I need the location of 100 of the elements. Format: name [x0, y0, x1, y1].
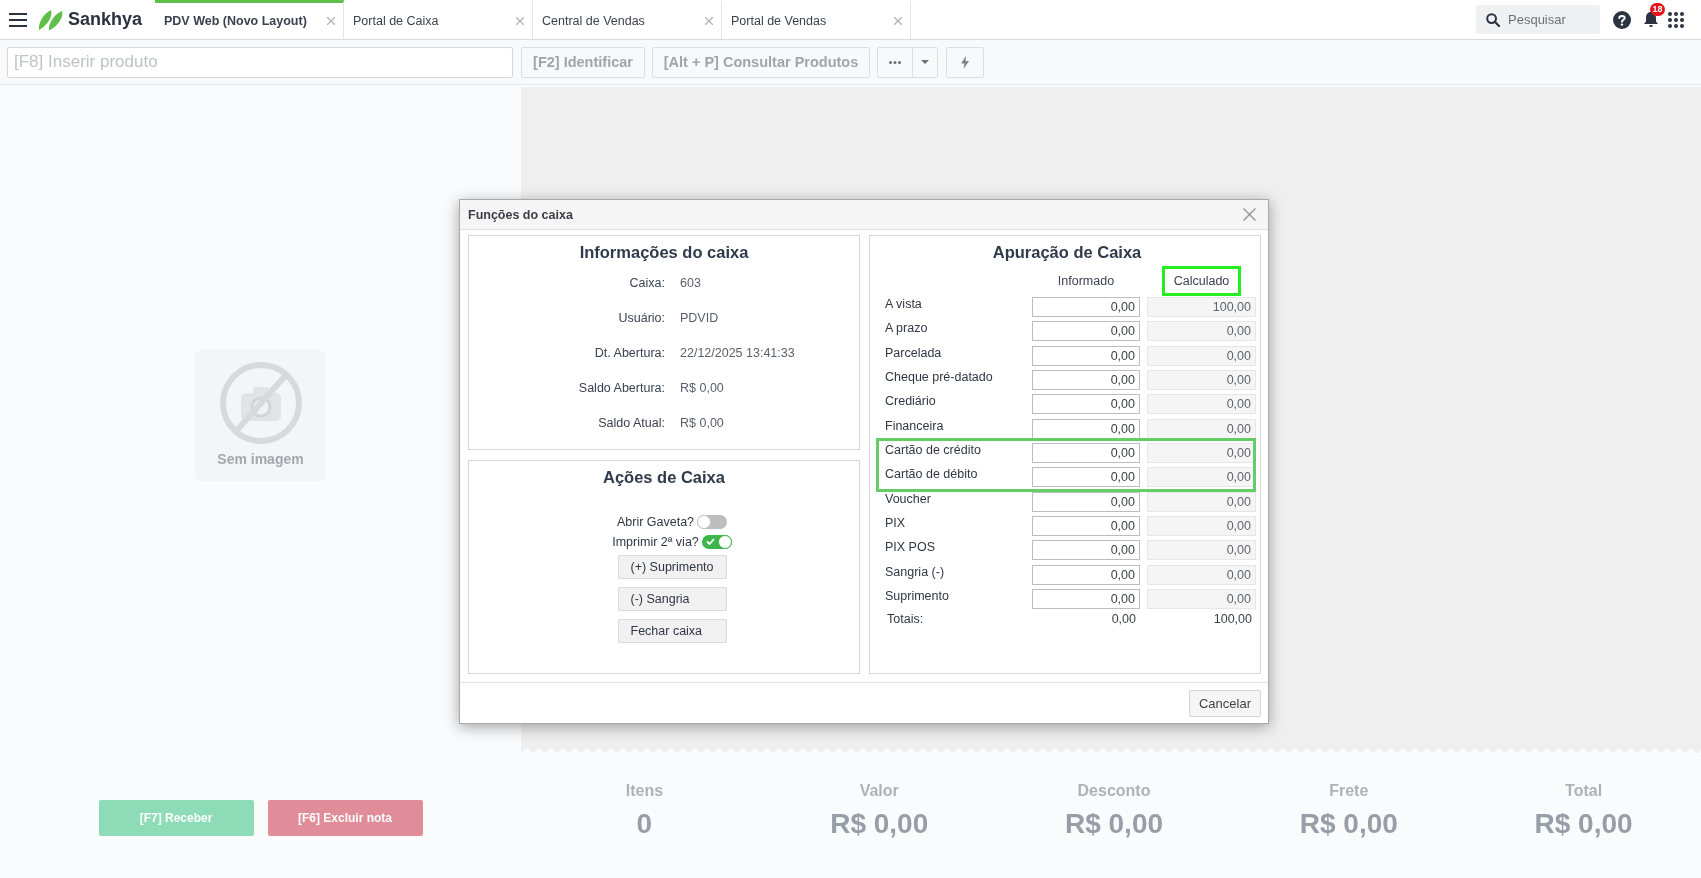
- summary-value: R$ 0,00: [830, 808, 929, 840]
- calculated-amount-field: 0,00: [1147, 588, 1256, 609]
- toggle-label: Imprimir 2ª via?: [612, 534, 699, 549]
- summary-label: Itens: [625, 782, 664, 800]
- field-label: Caixa:: [628, 275, 665, 290]
- totals-label: Totais:: [886, 611, 925, 626]
- amount-field[interactable]: 0,00: [1032, 515, 1140, 536]
- amount-field[interactable]: 0,00: [1032, 394, 1140, 415]
- field-value: 22/12/2025 13:41:33: [680, 345, 796, 360]
- calculated-amount-field: 0,00: [1147, 321, 1256, 342]
- panel-title: Apuração de Caixa: [991, 242, 1143, 262]
- product-search-field[interactable]: [F8] Inserir produto: [7, 46, 513, 78]
- tab[interactable]: Central de Vendas: [533, 0, 722, 39]
- panel-title: Ações de Caixa: [602, 466, 726, 487]
- calculated-amount-field: 0,00: [1147, 418, 1256, 439]
- toggle-label: Abrir Gaveta?: [616, 514, 695, 529]
- payment-label: Crediário: [885, 394, 937, 411]
- toggle-switch[interactable]: [697, 514, 728, 529]
- amount-field[interactable]: 0,00: [1032, 321, 1140, 342]
- payment-label: PIX POS: [885, 540, 937, 557]
- close-icon[interactable]: [705, 16, 713, 25]
- amount-field[interactable]: 0,00: [1032, 442, 1140, 463]
- bell-icon[interactable]: [1643, 11, 1659, 28]
- crossed-camera-icon: [218, 361, 303, 445]
- cancel-button[interactable]: Cancelar: [1189, 689, 1261, 717]
- calculated-amount-field: 0,00: [1147, 515, 1256, 536]
- lightning-icon: [961, 55, 969, 69]
- field-value: R$ 0,00: [680, 380, 725, 395]
- payment-label: Cartão de débito: [885, 467, 979, 484]
- lightning-button[interactable]: [946, 46, 984, 78]
- tab[interactable]: Portal de Vendas: [722, 0, 911, 39]
- column-header: Informado: [1056, 273, 1116, 290]
- toggle-switch[interactable]: [701, 534, 732, 549]
- field-label: Saldo Atual:: [597, 415, 665, 430]
- calculated-amount-field: 0,00: [1147, 540, 1256, 561]
- payment-label: Sangria (-): [885, 564, 946, 581]
- cash-action-button[interactable]: (-) Sangria: [617, 586, 727, 611]
- caret-icon: [921, 60, 929, 64]
- amount-field[interactable]: 0,00: [1032, 467, 1140, 488]
- search-icon: [1486, 12, 1500, 27]
- calculated-amount-field: 0,00: [1147, 370, 1256, 390]
- dots-icon: [889, 60, 901, 64]
- calculated-amount-field: 100,00: [1147, 297, 1256, 317]
- amount-field[interactable]: 0,00: [1032, 345, 1140, 366]
- dialog-title: Funções do caixa: [468, 207, 573, 222]
- summary-value: R$ 0,00: [1534, 808, 1633, 840]
- payment-label: PIX: [885, 515, 907, 532]
- close-icon[interactable]: [894, 16, 902, 25]
- payment-label: Cartão de crédito: [885, 442, 982, 459]
- calculated-amount-field: 0,00: [1147, 564, 1256, 585]
- summary-value: R$ 0,00: [1064, 808, 1164, 840]
- summary-value: 0: [636, 808, 653, 840]
- close-icon[interactable]: [327, 16, 335, 25]
- check-icon: [705, 538, 715, 545]
- search-field[interactable]: Pesquisar: [1476, 5, 1600, 34]
- field-value: R$ 0,00: [680, 415, 725, 430]
- panel-title: Informações do caixa: [578, 242, 750, 262]
- calculated-amount-field: 0,00: [1147, 491, 1256, 512]
- total-value: 100,00: [1212, 611, 1253, 626]
- calculated-amount-field: 0,00: [1147, 442, 1256, 463]
- cash-action-button[interactable]: Fechar caixa: [617, 618, 727, 643]
- summary-label: Frete: [1329, 782, 1369, 800]
- tab[interactable]: Portal de Caixa: [344, 0, 533, 39]
- notification-badge: 18: [1650, 3, 1665, 16]
- summary-label: Total: [1565, 782, 1603, 800]
- payment-label: A vista: [885, 297, 923, 313]
- amount-field[interactable]: 0,00: [1032, 564, 1140, 585]
- payment-label: Financeira: [885, 418, 945, 435]
- field-label: Saldo Abertura:: [577, 380, 665, 395]
- field-label: Usuário:: [617, 310, 665, 325]
- payment-label: Parcelada: [885, 345, 943, 362]
- calculated-amount-field: 0,00: [1147, 467, 1256, 488]
- amount-field[interactable]: 0,00: [1032, 491, 1140, 512]
- apps-grid-icon[interactable]: [1668, 11, 1684, 28]
- image-caption: Sem imagem: [217, 451, 304, 467]
- summary-value: R$ 0,00: [1299, 808, 1398, 840]
- amount-field[interactable]: 0,00: [1032, 418, 1140, 439]
- amount-field[interactable]: 0,00: [1032, 540, 1140, 561]
- logo-icon: [38, 8, 64, 31]
- amount-field[interactable]: 0,00: [1032, 297, 1140, 317]
- amount-field[interactable]: 0,00: [1032, 588, 1140, 609]
- field-value: 603: [680, 275, 702, 290]
- total-value: 0,00: [1110, 611, 1137, 626]
- field-label: Dt. Abertura:: [593, 345, 665, 360]
- payment-label: A prazo: [885, 321, 929, 338]
- brand-name: Sankhya: [68, 9, 144, 30]
- calculated-amount-field: 0,00: [1147, 345, 1256, 366]
- help-icon[interactable]: [1613, 10, 1631, 29]
- payment-label: Voucher: [885, 491, 932, 508]
- close-icon[interactable]: [516, 16, 524, 25]
- summary-label: Desconto: [1077, 782, 1151, 800]
- calculated-amount-field: 0,00: [1147, 394, 1256, 415]
- payment-label: Cheque pré-datado: [885, 370, 994, 386]
- cash-action-button[interactable]: (+) Suprimento: [617, 554, 727, 579]
- amount-field[interactable]: 0,00: [1032, 370, 1140, 390]
- column-header: Calculado: [1161, 266, 1242, 296]
- summary-label: Valor: [859, 782, 899, 800]
- menu-icon[interactable]: [9, 12, 27, 27]
- close-icon[interactable]: [1243, 208, 1256, 221]
- payment-label: Suprimento: [885, 588, 950, 605]
